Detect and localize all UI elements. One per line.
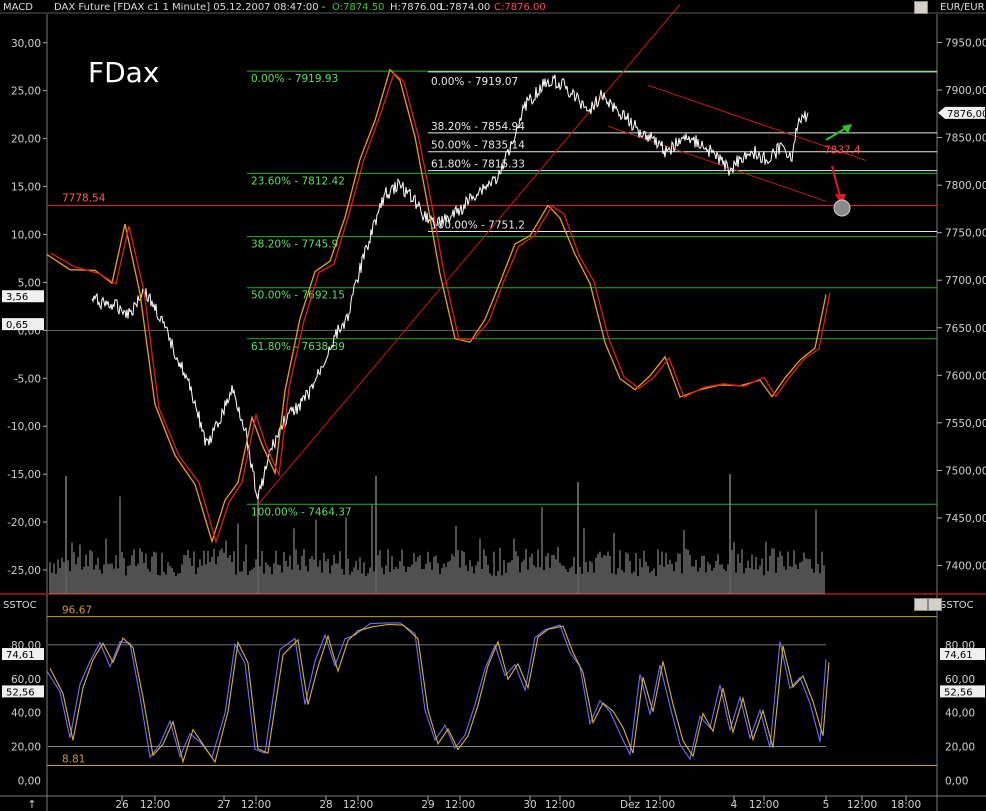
sstoc-value-tag-left-text: 74,61 [6, 650, 35, 661]
price-tick-label: 7700,000 [945, 275, 986, 287]
fib-left-label: 23.60% - 7812.42 [251, 175, 345, 187]
macd-tick-label: 15,00 [11, 182, 41, 194]
time-tick-label: 27 [217, 799, 230, 811]
price-tick-label: 7900,000 [945, 85, 986, 97]
fib-left-label: 0.00% - 7919.93 [251, 73, 338, 85]
ohlc-high: H:7876.00 [390, 2, 442, 13]
macd-tick-label: 5,00 [18, 277, 41, 289]
sstoc-band-label: 8.81 [62, 754, 85, 766]
sstoc-panel-close-button[interactable] [928, 598, 942, 611]
sstoc-value-tag-right-text: 74,61 [944, 650, 973, 661]
time-tick-label: 30 [523, 799, 536, 811]
sstoc-value-tag-left-text: 52,56 [6, 687, 35, 698]
price-line [91, 74, 809, 500]
price-tick-label: 7850,000 [945, 133, 986, 145]
chart-title: FDax [88, 56, 159, 89]
scroll-up-arrow: ↑ [27, 798, 36, 811]
sstoc-label-right: SSTOC [940, 600, 974, 611]
time-tick-label: 12:00 [545, 799, 575, 811]
price-tick-label: 7550,000 [945, 418, 986, 430]
macd-tick-label: -10,00 [7, 421, 41, 433]
sstoc-tick-label-left: 20,00 [11, 742, 41, 754]
sstoc-tick-label-right: 0,00 [945, 775, 968, 787]
time-tick-label: 12:00 [445, 799, 475, 811]
ohlc-close: C:7876.00 [494, 2, 546, 13]
price-tick-label: 7800,000 [945, 180, 986, 192]
sstoc-tick-label-right: 40,00 [945, 708, 975, 720]
currency-label: EUR/EUR [940, 2, 985, 13]
sstoc-panel-restore-button[interactable] [914, 598, 928, 611]
time-tick-label: 12:00 [140, 799, 170, 811]
time-tick-label: 12:00 [645, 799, 675, 811]
time-tick-label: 12:00 [241, 799, 271, 811]
sstoc-band-label: 96.67 [62, 605, 92, 617]
macd-value-tag-text: 0,65 [6, 320, 28, 331]
channel-lower [607, 125, 827, 202]
time-tick-label: 5 [823, 799, 830, 811]
chart-canvas: MACD DAX Future [FDAX c1 1 Minute] 05.12.… [0, 0, 986, 811]
fib-right-label: 38.20% - 7854.94 [431, 121, 525, 133]
last-price-tag-text: 7876,00 [947, 109, 986, 120]
window-title: DAX Future [FDAX c1 1 Minute] 05.12.2007… [54, 2, 326, 13]
macd-tick-label: 30,00 [11, 38, 41, 50]
time-tick-label: 12:00 [847, 799, 877, 811]
time-tick-label: 12:00 [749, 799, 779, 811]
window-restore-button[interactable] [914, 1, 928, 14]
sstoc-tick-label-left: 40,00 [11, 708, 41, 720]
chart-window: MACD DAX Future [FDAX c1 1 Minute] 05.12.… [0, 0, 986, 811]
time-tick-label: 29 [421, 799, 434, 811]
time-tick-label: Dez [620, 799, 641, 811]
price-tick-label: 7500,000 [945, 465, 986, 477]
sstoc-tick-label-right: 20,00 [945, 742, 975, 754]
sstoc-tick-label-right: 60,00 [945, 674, 975, 686]
macd-tick-label: 10,00 [11, 229, 41, 241]
sstoc-value-tag-right-text: 52,56 [944, 687, 973, 698]
fib-left-label: 50.00% - 7692.15 [251, 290, 345, 302]
sstoc-tick-label-left: 60,00 [11, 674, 41, 686]
macd-label: MACD [3, 2, 33, 13]
time-tick-label: 18:00 [891, 799, 921, 811]
macd-tick-label: 20,00 [11, 134, 41, 146]
price-tick-label: 7950,000 [945, 38, 986, 50]
target-circle [833, 199, 851, 217]
green-arrow-up [825, 127, 847, 141]
macd-value-tag-text: 3,56 [6, 292, 28, 303]
fib-right-label: 100.00% - 7751.2 [431, 220, 525, 232]
macd-tick-label: 25,00 [11, 86, 41, 98]
macd-tick-label: -5,00 [14, 373, 41, 385]
fib-left-label: 38.20% - 7745.9 [251, 239, 338, 251]
time-tick-label: 12:00 [343, 799, 373, 811]
macd-tick-label: -20,00 [7, 517, 41, 529]
price-tick-label: 7750,000 [945, 228, 986, 240]
sstoc-tick-label-left: 0,00 [18, 775, 41, 787]
macd-tick-label: -15,00 [7, 469, 41, 481]
time-tick-label: 4 [731, 799, 738, 811]
time-tick-label: 28 [319, 799, 332, 811]
sstoc-label-left: SSTOC [3, 600, 37, 611]
time-tick-label: 26 [115, 799, 129, 811]
channel-label: 7837.4 [824, 145, 861, 157]
fib-right-label: 0.00% - 7919.07 [431, 76, 518, 88]
fib-right-label: 61.80% - 7815.33 [431, 159, 525, 171]
macd-tick-label: -25,00 [7, 565, 41, 577]
price-tick-label: 7400,000 [945, 560, 986, 572]
ohlc-low: L:7874.00 [440, 2, 490, 13]
price-tick-label: 7450,000 [945, 513, 986, 525]
price-tick-label: 7650,000 [945, 323, 986, 335]
price-tick-label: 7600,000 [945, 370, 986, 382]
ohlc-open: O:7874.50 [332, 2, 384, 13]
level-label: 7778.54 [62, 193, 106, 205]
fib-left-label: 100.00% - 7464.37 [251, 506, 352, 518]
